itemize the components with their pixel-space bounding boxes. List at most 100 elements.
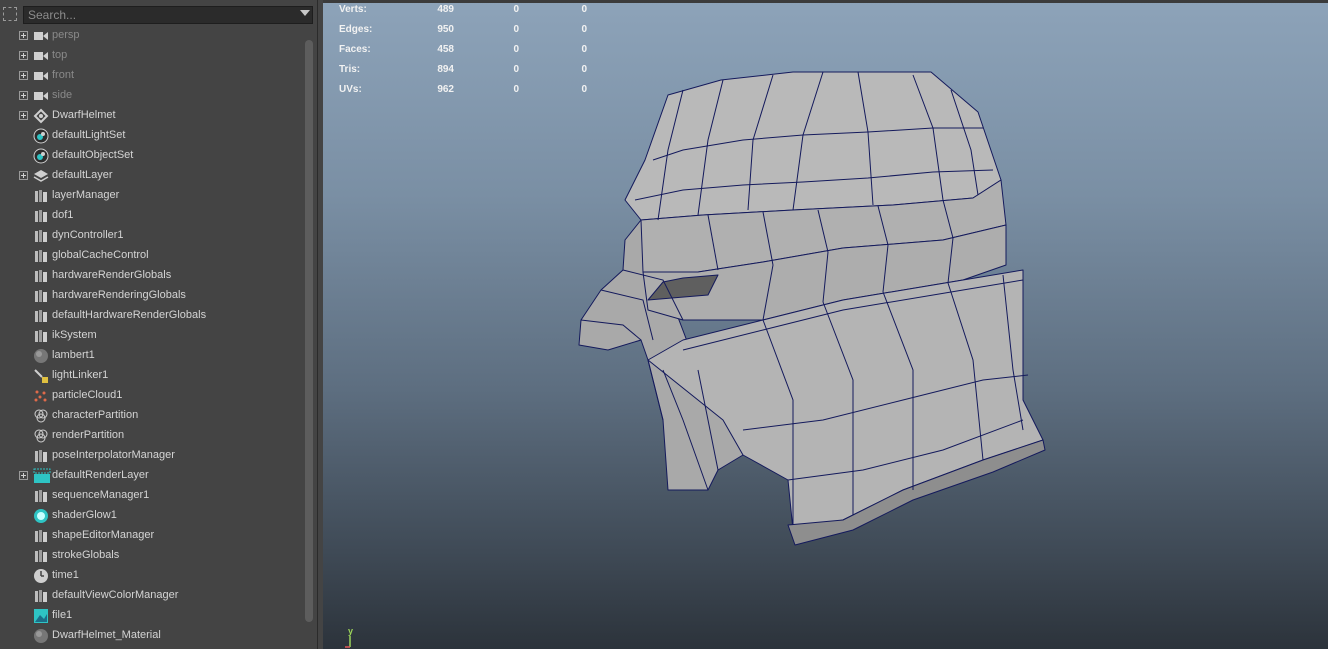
3d-viewport[interactable]: Verts: 489 0 0 Edges: 950 0 0 Faces: 458…	[323, 0, 1328, 649]
expand-icon[interactable]	[19, 111, 28, 120]
outliner-item-lightlinker1[interactable]: lightLinker1	[0, 366, 300, 386]
node-icon	[33, 448, 49, 464]
expand-icon[interactable]	[19, 91, 28, 100]
camera-icon	[33, 48, 49, 64]
expand-icon[interactable]	[19, 171, 28, 180]
scrollbar-thumb[interactable]	[305, 40, 313, 622]
outliner-item-label: ikSystem	[52, 329, 97, 341]
outliner-item-file1[interactable]: file1	[0, 606, 300, 626]
outliner-item-label: strokeGlobals	[52, 549, 120, 561]
outliner-item-dwarfhelmet-material[interactable]: DwarfHelmet_Material	[0, 626, 300, 646]
hud-value-other: 0	[581, 4, 587, 15]
hud-value-selected: 0	[513, 4, 519, 15]
outliner-item-label: defaultViewColorManager	[52, 589, 179, 601]
outliner-item-label: DwarfHelmet	[52, 109, 116, 121]
hud-row-tris: Tris: 894 0 0	[339, 64, 599, 84]
outliner-item-label: hardwareRenderingGlobals	[52, 289, 186, 301]
expand-icon[interactable]	[19, 471, 28, 480]
outliner-item-defaultobjectset[interactable]: defaultObjectSet	[0, 146, 300, 166]
layer-icon	[33, 168, 49, 184]
outliner-item-label: lambert1	[52, 349, 95, 361]
hud-value-other: 0	[581, 24, 587, 35]
outliner-item-strokeglobals[interactable]: strokeGlobals	[0, 546, 300, 566]
outliner-item-label: defaultHardwareRenderGlobals	[52, 309, 207, 321]
expand-icon[interactable]	[19, 71, 28, 80]
outliner-item-label: side	[52, 89, 73, 101]
outliner-scrollbar[interactable]	[304, 28, 314, 625]
hud-label: Tris:	[339, 64, 361, 75]
outliner-item-renderpartition[interactable]: renderPartition	[0, 426, 300, 446]
filter-icon[interactable]	[3, 7, 17, 21]
light-linker-icon	[33, 368, 49, 384]
outliner-item-label: renderPartition	[52, 429, 125, 441]
outliner-panel: Search... persp top front side DwarfHelmet de…	[0, 0, 318, 649]
outliner-item-label: DwarfHelmet_Material	[52, 629, 161, 641]
outliner-item-lambert1[interactable]: lambert1	[0, 346, 300, 366]
node-icon	[33, 248, 49, 264]
outliner-item-poseinterpolatormanager[interactable]: poseInterpolatorManager	[0, 446, 300, 466]
node-icon	[33, 588, 49, 604]
hud-row-uvs: UVs: 962 0 0	[339, 84, 599, 104]
outliner-item-shapeeditormanager[interactable]: shapeEditorManager	[0, 526, 300, 546]
hud-row-edges: Edges: 950 0 0	[339, 24, 599, 44]
node-icon	[33, 268, 49, 284]
render-layer-icon	[33, 468, 51, 484]
outliner-item-persp[interactable]: persp	[0, 26, 300, 46]
chevron-down-icon[interactable]	[300, 10, 310, 16]
outliner-item-top[interactable]: top	[0, 46, 300, 66]
outliner-item-defaulthardwarerenderglobals[interactable]: defaultHardwareRenderGlobals	[0, 306, 300, 326]
hud-value-selected: 0	[513, 24, 519, 35]
hud-value-selected: 0	[513, 44, 519, 55]
outliner-item-defaultviewcolormanager[interactable]: defaultViewColorManager	[0, 586, 300, 606]
node-icon	[33, 308, 49, 324]
hud-value-other: 0	[581, 84, 587, 95]
outliner-item-layermanager[interactable]: layerManager	[0, 186, 300, 206]
outliner-item-iksystem[interactable]: ikSystem	[0, 326, 300, 346]
outliner-item-dyncontroller1[interactable]: dynController1	[0, 226, 300, 246]
outliner-item-label: dof1	[52, 209, 74, 221]
hud-value-other: 0	[581, 64, 587, 75]
outliner-item-hardwarerenderglobals[interactable]: hardwareRenderGlobals	[0, 266, 300, 286]
outliner-item-label: defaultObjectSet	[52, 149, 134, 161]
node-icon	[33, 528, 49, 544]
outliner-item-sequencemanager1[interactable]: sequenceManager1	[0, 486, 300, 506]
outliner-item-defaultlayer[interactable]: defaultLayer	[0, 166, 300, 186]
outliner-item-label: lightLinker1	[52, 369, 109, 381]
set-icon	[33, 128, 49, 144]
set-icon	[33, 148, 49, 164]
hud-label: Edges:	[339, 24, 373, 35]
poly-count-hud: Verts: 489 0 0 Edges: 950 0 0 Faces: 458…	[339, 4, 599, 104]
outliner-item-shaderglow1[interactable]: shaderGlow1	[0, 506, 300, 526]
outliner-item-front[interactable]: front	[0, 66, 300, 86]
transform-icon	[33, 108, 49, 124]
hud-label: UVs:	[339, 84, 362, 95]
outliner-list: persp top front side DwarfHelmet defaultLight…	[0, 26, 300, 646]
hud-value-total: 950	[437, 24, 454, 35]
expand-icon[interactable]	[19, 51, 28, 60]
outliner-item-time1[interactable]: time1	[0, 566, 300, 586]
outliner-item-globalcachecontrol[interactable]: globalCacheControl	[0, 246, 300, 266]
outliner-item-hardwarerenderingglobals[interactable]: hardwareRenderingGlobals	[0, 286, 300, 306]
outliner-item-label: particleCloud1	[52, 389, 123, 401]
outliner-item-label: file1	[52, 609, 73, 621]
search-input[interactable]: Search...	[23, 6, 313, 24]
view-axis-indicator: y	[341, 626, 361, 648]
outliner-item-label: layerManager	[52, 189, 120, 201]
camera-icon	[33, 68, 49, 84]
hud-label: Faces:	[339, 44, 371, 55]
outliner-item-dwarfhelmet[interactable]: DwarfHelmet	[0, 106, 300, 126]
partition-icon	[33, 428, 49, 444]
outliner-item-dof1[interactable]: dof1	[0, 206, 300, 226]
outliner-item-label: front	[52, 69, 75, 81]
axis-gizmo-icon	[345, 636, 351, 648]
expand-icon[interactable]	[19, 31, 28, 40]
outliner-item-characterpartition[interactable]: characterPartition	[0, 406, 300, 426]
outliner-item-side[interactable]: side	[0, 86, 300, 106]
partition-icon	[33, 408, 49, 424]
hud-value-total: 894	[437, 64, 454, 75]
outliner-item-defaultrenderlayer[interactable]: defaultRenderLayer	[0, 466, 300, 486]
outliner-item-label: defaultRenderLayer	[52, 469, 149, 481]
outliner-item-particlecloud1[interactable]: particleCloud1	[0, 386, 300, 406]
outliner-item-label: characterPartition	[52, 409, 139, 421]
outliner-item-defaultlightset[interactable]: defaultLightSet	[0, 126, 300, 146]
